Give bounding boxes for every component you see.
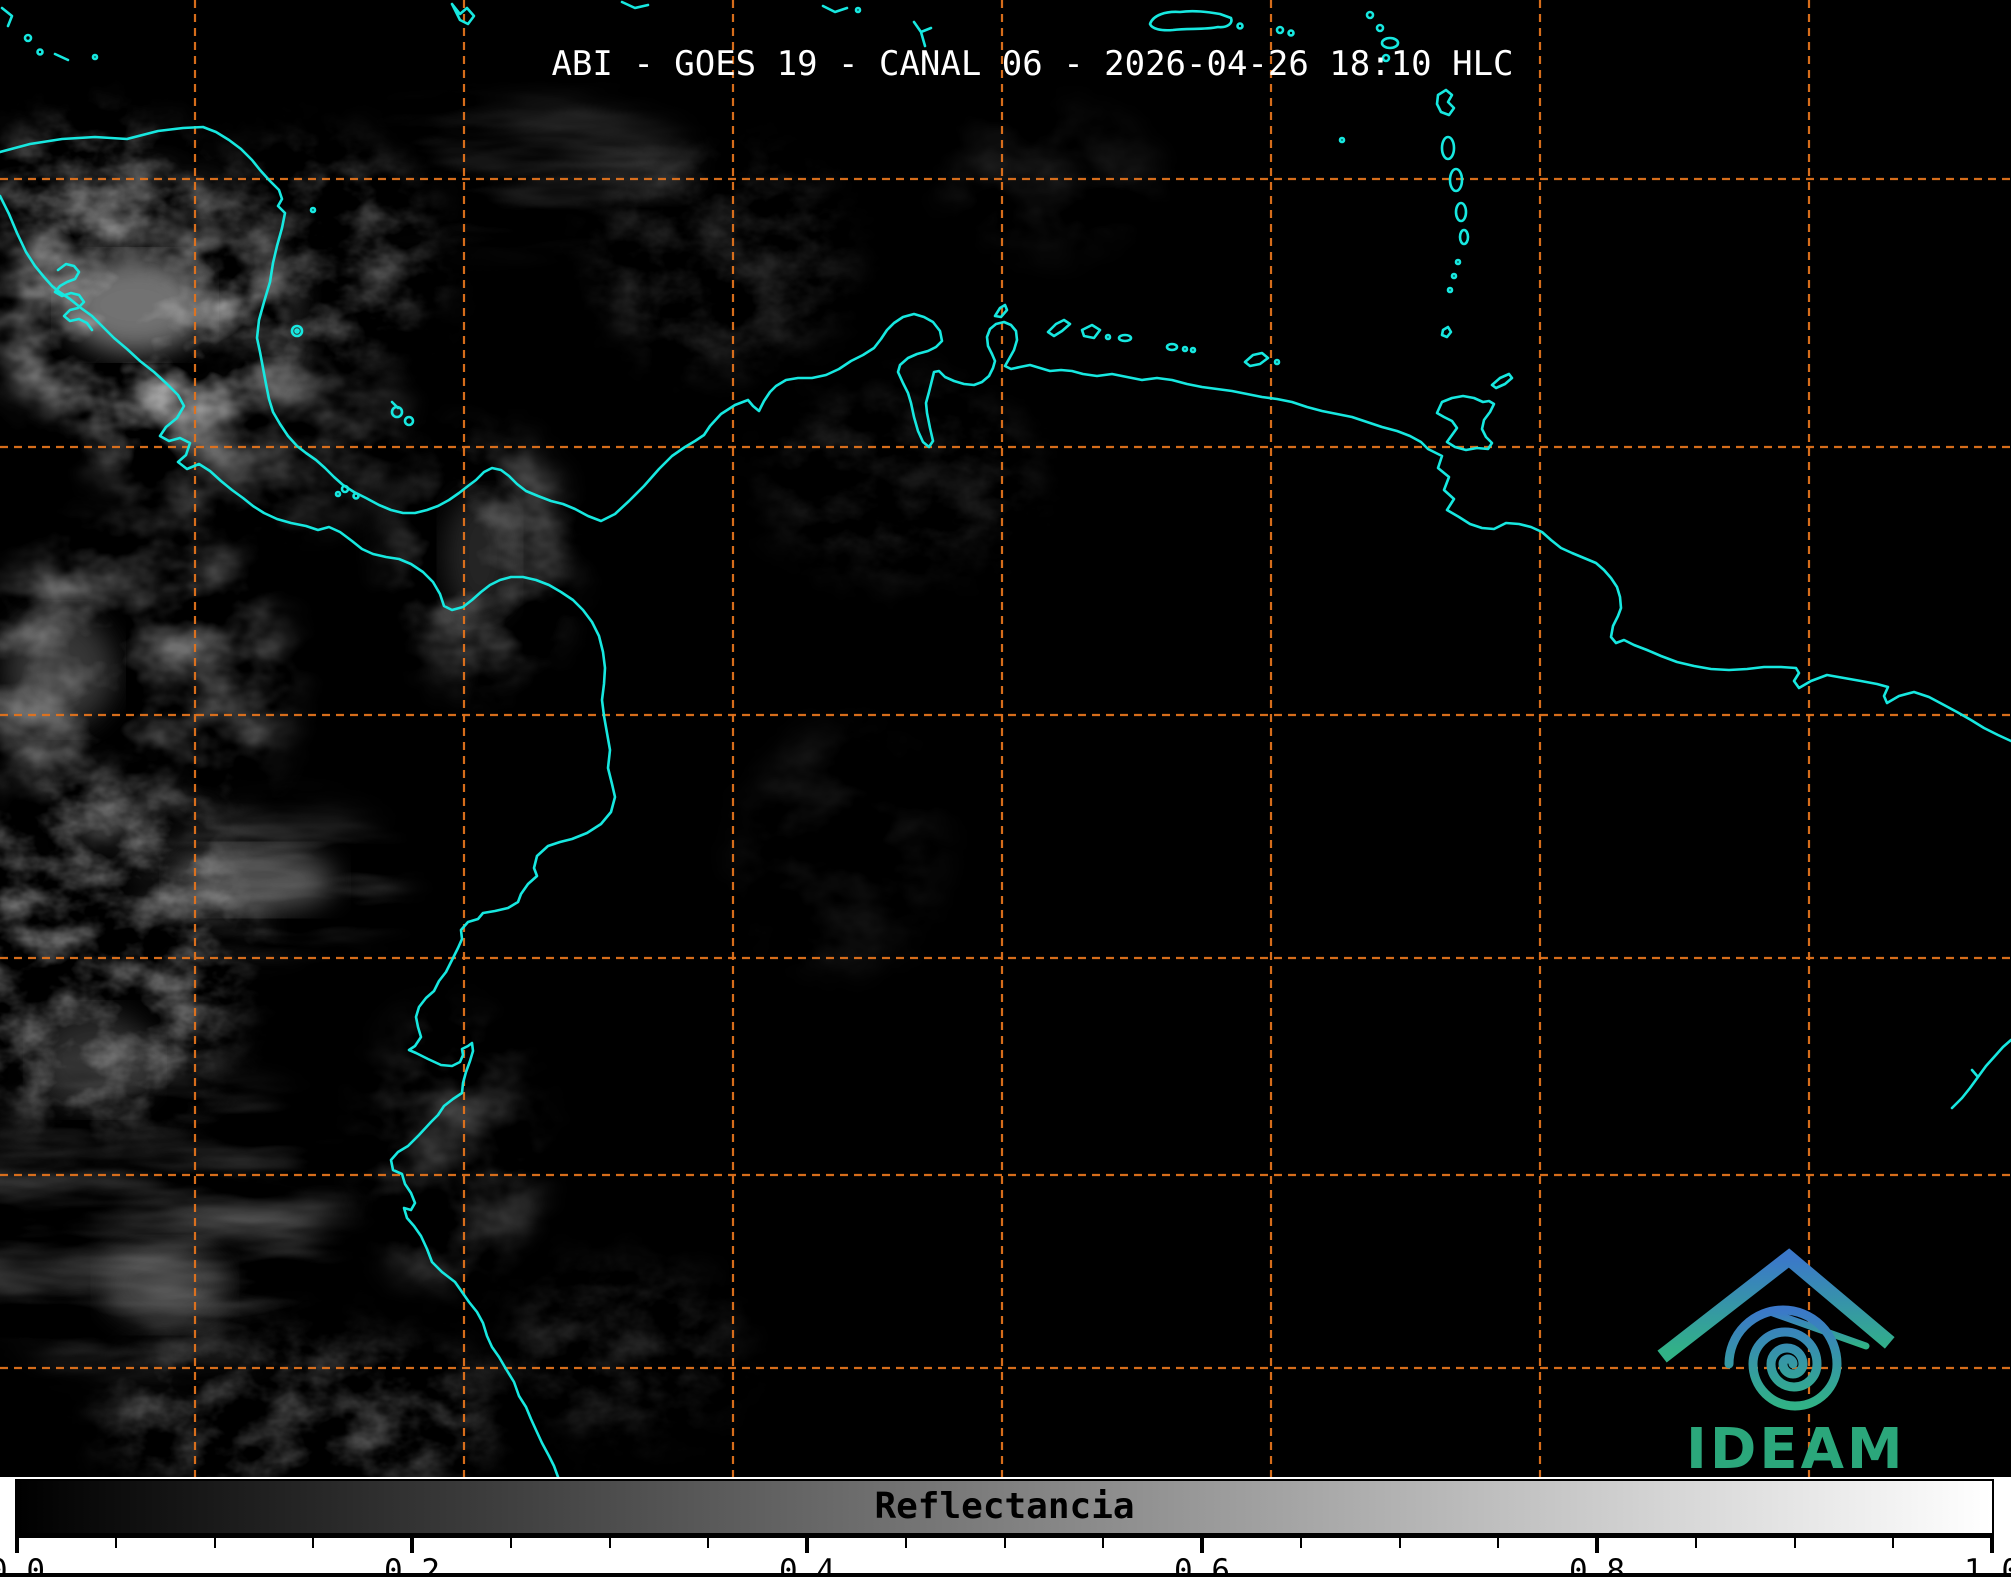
figure-bottom-border	[0, 1573, 2011, 1577]
colorbar-minor-tick	[904, 1538, 907, 1548]
island-puerto-rico	[1148, 9, 1233, 32]
satellite-map-canvas: IDEAM ABI - GOES 19 - CANAL 06 - 2026-04…	[0, 0, 2011, 1477]
logo-spiral-icon	[1724, 1305, 1842, 1411]
cloud-patch	[390, 430, 570, 690]
colorbar-minor-tick	[707, 1538, 710, 1548]
colorbar-major-tick	[1990, 1538, 1994, 1553]
colorbar-minor-tick	[1793, 1538, 1796, 1548]
cloud-patch	[500, 1260, 740, 1440]
cloud-patch	[80, 330, 400, 530]
cloud-patch	[760, 380, 1040, 580]
colorbar-major-tick	[1595, 1538, 1599, 1553]
cloud-patch	[360, 1010, 540, 1290]
cloud-patch	[140, 810, 400, 950]
colorbar-major-tick	[15, 1538, 19, 1553]
colorbar-minor-tick	[1003, 1538, 1006, 1548]
colorbar-gradient: Reflectancia	[15, 1479, 1994, 1538]
islands-venezuela-offshore	[993, 303, 1281, 368]
satellite-product-figure: IDEAM ABI - GOES 19 - CANAL 06 - 2026-04…	[0, 0, 2011, 1577]
logo-wordmark: IDEAM	[1686, 1417, 1906, 1477]
cloud-patch	[590, 150, 850, 370]
map-overlay: IDEAM	[0, 0, 2011, 1477]
colorbar-minor-tick	[509, 1538, 512, 1548]
island-grenada	[1440, 325, 1453, 339]
colorbar-minor-tick	[114, 1538, 117, 1548]
island-tobago	[1490, 372, 1514, 390]
colorbar-minor-tick	[1694, 1538, 1697, 1548]
colorbar-minor-tick	[1398, 1538, 1401, 1548]
colorbar-area: Reflectancia 0.00.20.40.60.81.0	[0, 1477, 2011, 1577]
cloud-layer	[0, 100, 1160, 1477]
colorbar-minor-tick	[1892, 1538, 1895, 1548]
product-title: ABI - GOES 19 - CANAL 06 - 2026-04-26 18…	[551, 44, 1514, 84]
island-trinidad	[1435, 394, 1496, 452]
colorbar-minor-tick	[213, 1538, 216, 1548]
colorbar-minor-tick	[1299, 1538, 1302, 1548]
colorbar-label: Reflectancia	[874, 1486, 1135, 1527]
cloud-patch	[740, 730, 940, 970]
colorbar-major-tick	[805, 1538, 809, 1553]
colorbar-minor-tick	[312, 1538, 315, 1548]
coastline-amazon-right-edge	[1950, 1038, 2011, 1110]
colorbar-minor-tick	[608, 1538, 611, 1548]
colorbar-minor-tick	[1497, 1538, 1500, 1548]
colorbar-major-tick	[1200, 1538, 1204, 1553]
colorbar-major-tick	[410, 1538, 414, 1553]
colorbar-minor-tick	[1102, 1538, 1105, 1548]
